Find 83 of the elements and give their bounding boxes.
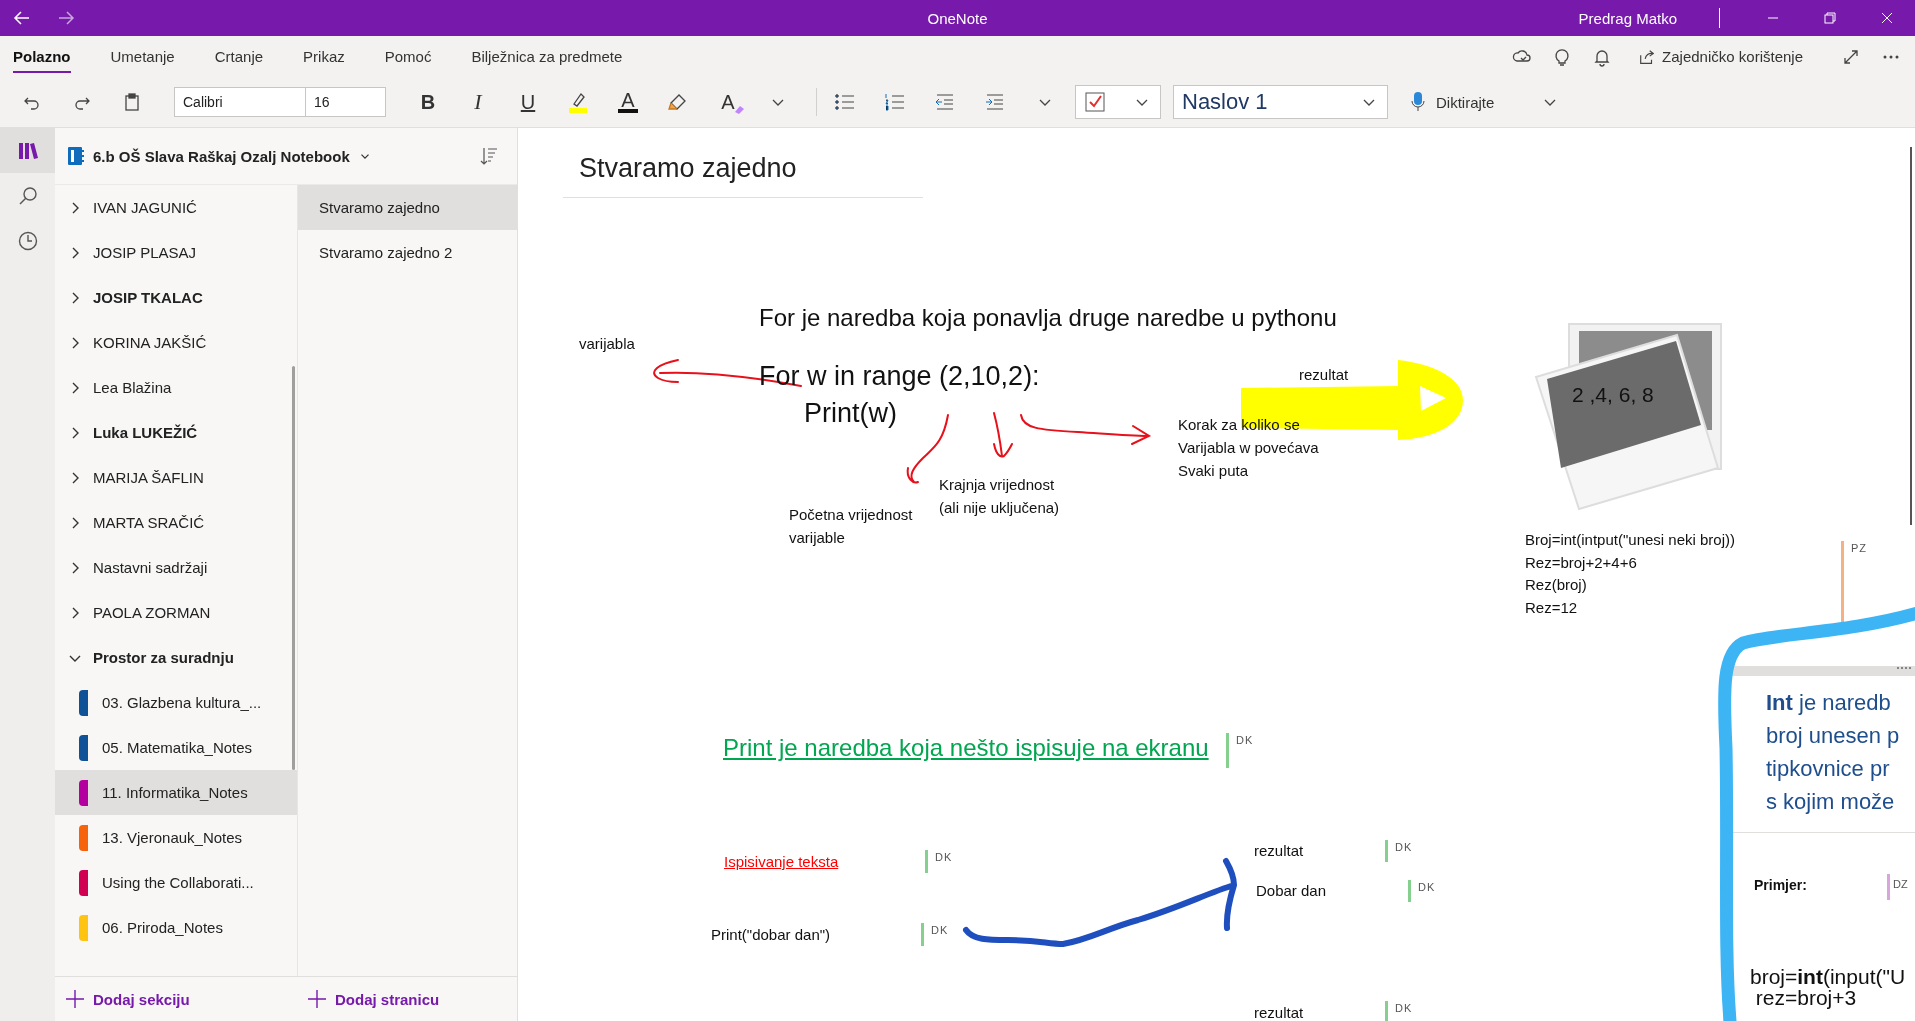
section-group[interactable]: PAOLA ZORMAN bbox=[93, 604, 211, 621]
clock-icon[interactable] bbox=[16, 229, 39, 252]
section-group[interactable]: JOSIP TKALAC bbox=[93, 289, 203, 306]
share-button[interactable]: Zajedničko korištenje bbox=[1632, 46, 1809, 67]
section-group[interactable]: MARIJA ŠAFLIN bbox=[93, 469, 204, 486]
close-icon[interactable] bbox=[1880, 12, 1893, 24]
note-text[interactable]: For je naredba koja ponavlja druge naredbe u pythonu bbox=[759, 302, 1337, 334]
note-text[interactable]: Krajnja vrijednost (ali nije uključena) bbox=[939, 473, 1060, 519]
note-paragraph[interactable]: Int je naredb broj unesen p tipkovnice pr s kojim može bbox=[1766, 686, 1900, 818]
section-item[interactable]: 13. Vjeronauk_Notes bbox=[55, 815, 297, 860]
ink-arrow bbox=[993, 412, 1013, 458]
window-title: OneNote bbox=[927, 9, 988, 27]
notebooks-button[interactable] bbox=[0, 128, 55, 173]
page-item[interactable]: Stvaramo zajedno bbox=[298, 185, 517, 230]
note-text[interactable]: Primjer: bbox=[1754, 877, 1807, 893]
numbered-list-icon[interactable] bbox=[884, 91, 906, 113]
note-tag: DK bbox=[1418, 881, 1436, 893]
notebook-icon[interactable] bbox=[67, 146, 85, 166]
checkbox-icon[interactable] bbox=[1084, 91, 1106, 113]
note-text[interactable]: Početna vrijednost varijable bbox=[789, 503, 913, 549]
microphone-icon[interactable] bbox=[1410, 91, 1426, 113]
section-group[interactable]: Prostor za suradnju bbox=[93, 649, 234, 666]
scrollbar[interactable] bbox=[1910, 147, 1912, 525]
bold-button[interactable]: B bbox=[408, 84, 448, 120]
font-size-field[interactable]: 16 bbox=[306, 87, 386, 117]
notebook-picker[interactable]: 6.b OŠ Slava Raškaj Ozalj Notebook bbox=[55, 146, 372, 166]
section-group[interactable]: Luka LUKEŽIĆ bbox=[93, 424, 198, 441]
add-section-button[interactable]: Dodaj sekciju bbox=[55, 977, 297, 1021]
note-tag: DK bbox=[1395, 1002, 1413, 1014]
code-text[interactable]: broj=int(input("U rez=broj+3 bbox=[1750, 966, 1906, 1008]
styles-button[interactable]: A bbox=[708, 84, 748, 120]
share-icon[interactable] bbox=[1638, 47, 1657, 66]
note-text[interactable]: Print(w) bbox=[804, 395, 897, 431]
style-dropdown[interactable]: Naslov 1 bbox=[1173, 85, 1388, 119]
add-page-button[interactable]: Dodaj stranicu bbox=[297, 977, 440, 1021]
note-text[interactable]: rezultat bbox=[1299, 363, 1349, 386]
note-tag: PZ bbox=[1851, 542, 1868, 554]
note-text[interactable]: Dobar dan bbox=[1256, 879, 1327, 902]
note-text[interactable]: rezultat bbox=[1254, 839, 1304, 862]
section-group[interactable]: Lea Blažina bbox=[93, 379, 172, 396]
highlighter-icon[interactable] bbox=[567, 91, 589, 113]
scrollbar[interactable] bbox=[292, 366, 295, 770]
section-item[interactable]: Using the Collaborati... bbox=[55, 860, 297, 905]
section-group[interactable]: MARTA SRAČIĆ bbox=[93, 514, 205, 531]
italic-button[interactable]: I bbox=[458, 84, 498, 120]
section-group[interactable]: KORINA JAKŠIĆ bbox=[93, 334, 207, 351]
section-item[interactable]: 11. Informatika_Notes bbox=[55, 770, 297, 815]
note-text[interactable]: Broj=int(intput("unesi neki broj)) Rez=broj+2+4+6 Rez(broj) Rez=12 bbox=[1525, 529, 1735, 620]
ribbon-tab[interactable]: Prikaz bbox=[303, 40, 345, 73]
ribbon-tab[interactable]: Pomoć bbox=[384, 40, 432, 73]
plus-icon[interactable] bbox=[307, 989, 327, 1009]
ribbon-tab[interactable]: Umetanje bbox=[110, 40, 175, 73]
note-text[interactable]: Print("dobar dan") bbox=[711, 923, 831, 946]
dictate-button[interactable]: Diktirajte bbox=[1404, 90, 1501, 114]
page-title[interactable]: Stvaramo zajedno bbox=[579, 153, 797, 184]
font-color-button[interactable]: A bbox=[608, 84, 648, 120]
font-field[interactable]: Calibri bbox=[174, 87, 306, 117]
ribbon-tab[interactable]: Crtanje bbox=[214, 40, 264, 73]
user-name[interactable]: Predrag Matko bbox=[1578, 9, 1677, 27]
note-text[interactable]: Ispisivanje teksta bbox=[724, 850, 839, 873]
note-tag: DZ bbox=[1893, 878, 1908, 890]
note-tag: DK bbox=[1395, 841, 1413, 853]
ribbon-tab[interactable]: Bilježnica za predmete bbox=[471, 40, 623, 73]
note-tag: DK bbox=[1236, 734, 1254, 746]
section-item[interactable]: 03. Glazbena kultura_... bbox=[55, 680, 297, 725]
page-item[interactable]: Stvaramo zajedno 2 bbox=[298, 230, 517, 275]
section-item[interactable]: 05. Matematika_Notes bbox=[55, 725, 297, 770]
ribbon-tab[interactable]: Polazno bbox=[13, 40, 71, 73]
note-tag: DK bbox=[931, 924, 949, 936]
note-text[interactable]: varijabla bbox=[579, 332, 635, 355]
section-group[interactable]: IVAN JAGUNIĆ bbox=[93, 199, 197, 216]
bullet-list-icon[interactable] bbox=[834, 91, 856, 113]
picture-caption: 2 ,4, 6, 8 bbox=[1572, 383, 1654, 407]
restore-icon[interactable] bbox=[1823, 12, 1836, 24]
note-text[interactable]: rezultat bbox=[1254, 1001, 1304, 1021]
underline-button[interactable]: U bbox=[508, 84, 548, 120]
plus-icon[interactable] bbox=[65, 989, 85, 1009]
section-group[interactable]: JOSIP PLASAJ bbox=[93, 244, 197, 261]
note-tag: DK bbox=[935, 851, 953, 863]
section-item[interactable]: 06. Priroda_Notes bbox=[55, 905, 297, 950]
sort-icon[interactable] bbox=[479, 146, 499, 166]
clipboard-icon[interactable] bbox=[122, 92, 142, 112]
section-group[interactable]: Nastavni sadržaji bbox=[93, 559, 208, 576]
